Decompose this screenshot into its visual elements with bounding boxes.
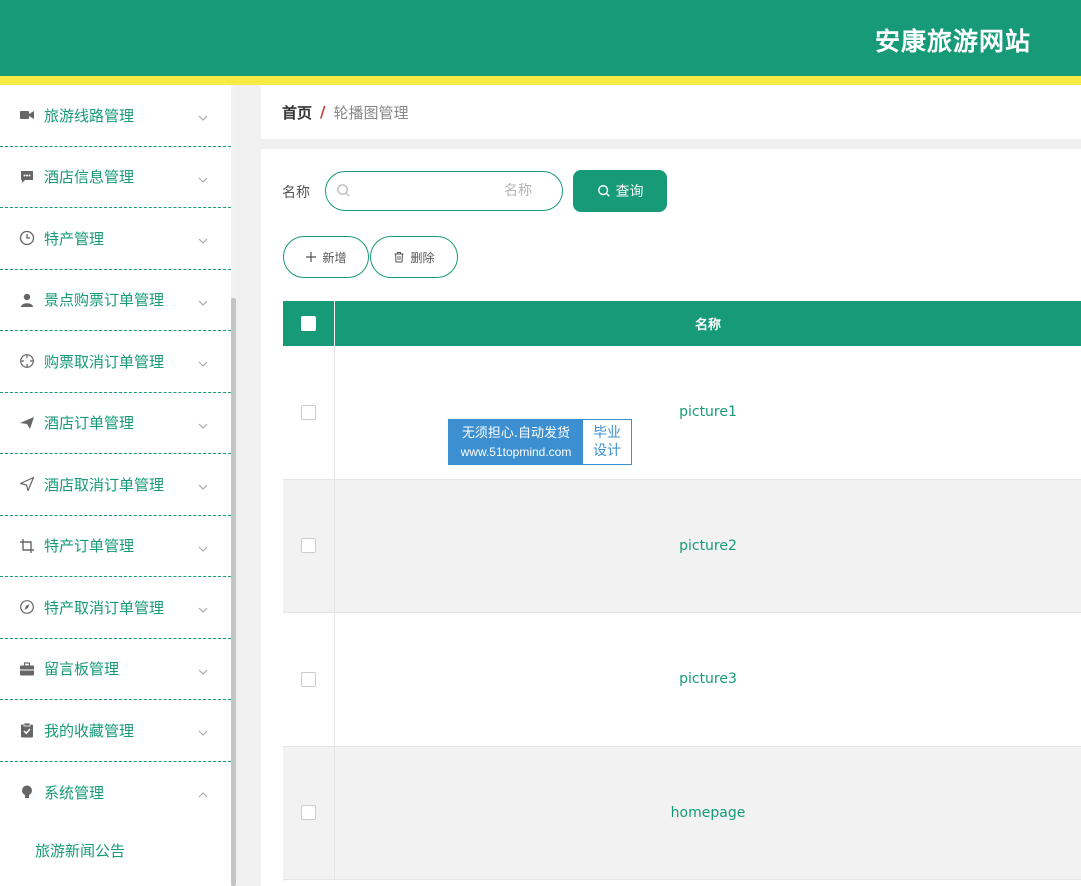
header-stripe xyxy=(0,76,1081,85)
table-body: picture1 picture2 picture3 homepage xyxy=(283,346,1081,880)
chevron-down-icon xyxy=(197,478,209,491)
sidebar-item-hotel-info[interactable]: 酒店信息管理 xyxy=(0,147,231,208)
chevron-down-icon xyxy=(197,171,209,183)
watermark-left: 无须担心.自动发货 www.51topmind.com xyxy=(449,420,583,464)
top-header: 安康旅游网站 xyxy=(0,0,1081,76)
breadcrumb-separator: / xyxy=(320,103,326,121)
sidebar-item-label: 酒店取消订单管理 xyxy=(44,475,165,494)
chevron-down-icon xyxy=(197,355,209,368)
breadcrumb-home[interactable]: 首页 xyxy=(282,102,312,123)
add-button-label: 新增 xyxy=(322,250,347,265)
breadcrumb-current: 轮播图管理 xyxy=(333,103,409,122)
table-row[interactable]: picture1 xyxy=(283,346,1081,480)
table-row[interactable]: picture3 xyxy=(283,613,1081,747)
chevron-down-icon xyxy=(197,232,209,245)
chevron-down-icon xyxy=(197,294,209,306)
layout-gap xyxy=(236,85,261,886)
sidebar: 旅游线路管理 酒店信息管理 特产管理 景点购票订单管理 购票取消订单管理 酒店订 xyxy=(0,85,231,886)
trash-icon xyxy=(394,252,404,263)
row-name-cell: picture1 xyxy=(679,404,737,421)
compass-icon xyxy=(18,598,36,616)
row-checkbox[interactable] xyxy=(301,538,316,554)
briefcase-icon xyxy=(18,660,36,678)
chevron-down-icon xyxy=(197,417,209,429)
search-button[interactable]: 查询 xyxy=(573,170,667,212)
table-row[interactable]: picture2 xyxy=(283,479,1081,613)
user-icon xyxy=(18,291,36,309)
sidebar-item-label: 景点购票订单管理 xyxy=(44,291,165,310)
sidebar-item-label: 酒店信息管理 xyxy=(44,168,135,187)
watermark-line2: www.51topmind.com xyxy=(460,444,572,459)
clock-icon xyxy=(18,229,36,247)
search-icon xyxy=(336,183,351,198)
sidebar-item-label: 我的收藏管理 xyxy=(44,721,135,740)
clipboard-check-icon xyxy=(18,721,36,739)
sidebar-item-label: 酒店订单管理 xyxy=(44,414,135,433)
sidebar-item-label: 旅游线路管理 xyxy=(44,106,135,125)
main-content: 名称 查询 新增 删除 名称 picture1 picture2 picture… xyxy=(261,149,1081,886)
delete-button-label: 删除 xyxy=(410,250,435,265)
sidebar-item-label: 特产订单管理 xyxy=(44,537,135,556)
search-button-label: 查询 xyxy=(615,184,644,200)
watermark-line1: 无须担心.自动发货 xyxy=(461,425,571,441)
sidebar-item-label: 特产取消订单管理 xyxy=(44,598,165,617)
row-checkbox[interactable] xyxy=(301,805,316,821)
watermark-right-line1: 毕业 xyxy=(593,425,621,441)
sidebar-item-tour-routes[interactable]: 旅游线路管理 xyxy=(0,85,231,147)
chevron-up-icon xyxy=(197,786,209,798)
sidebar-item-system[interactable]: 系统管理 xyxy=(0,762,231,824)
sidebar-item-hotel-cancel-orders[interactable]: 酒店取消订单管理 xyxy=(0,454,231,516)
sidebar-item-specialty[interactable]: 特产管理 xyxy=(0,208,231,270)
breadcrumb: 首页 / 轮播图管理 xyxy=(261,85,1081,139)
select-all-cell xyxy=(283,301,335,346)
sidebar-item-label: 留言板管理 xyxy=(44,660,120,679)
row-name-cell: homepage xyxy=(670,804,746,821)
row-check-cell xyxy=(283,746,335,879)
plus-icon xyxy=(306,252,317,262)
search-input[interactable] xyxy=(325,171,563,211)
chevron-down-icon xyxy=(197,109,209,122)
sidebar-subitem-news[interactable]: 旅游新闻公告 xyxy=(0,823,231,877)
sidebar-item-label: 系统管理 xyxy=(44,783,105,802)
send-icon xyxy=(18,475,36,493)
row-check-cell xyxy=(283,613,335,746)
comment-icon xyxy=(18,168,36,186)
sidebar-item-message-board[interactable]: 留言板管理 xyxy=(0,639,231,700)
row-checkbox[interactable] xyxy=(301,404,316,420)
column-header-name[interactable]: 名称 xyxy=(335,301,1081,346)
chevron-down-icon xyxy=(197,663,209,675)
paper-plane-icon xyxy=(18,414,36,432)
row-name-cell: picture3 xyxy=(679,671,737,688)
sidebar-item-hotel-orders[interactable]: 酒店订单管理 xyxy=(0,393,231,454)
search-icon xyxy=(597,185,610,197)
sidebar-item-favorites[interactable]: 我的收藏管理 xyxy=(0,700,231,762)
table-header: 名称 xyxy=(283,301,1081,346)
site-title: 安康旅游网站 xyxy=(874,27,1031,56)
lightbulb-icon xyxy=(18,783,36,801)
table-row[interactable]: homepage xyxy=(283,746,1081,880)
row-check-cell xyxy=(283,346,335,479)
sidebar-item-ticket-orders[interactable]: 景点购票订单管理 xyxy=(0,270,231,331)
crosshair-icon xyxy=(18,352,36,370)
row-check-cell xyxy=(283,479,335,612)
select-all-checkbox[interactable] xyxy=(301,316,316,331)
row-checkbox[interactable] xyxy=(301,671,316,687)
watermark-right-line2: 设计 xyxy=(593,443,621,459)
watermark-badge: 无须担心.自动发货 www.51topmind.com 毕业 设计 xyxy=(448,419,632,465)
delete-button[interactable]: 删除 xyxy=(370,236,458,278)
crop-icon xyxy=(18,537,36,555)
sidebar-item-specialty-orders[interactable]: 特产订单管理 xyxy=(0,516,231,577)
sidebar-item-label: 特产管理 xyxy=(44,229,105,248)
chevron-down-icon xyxy=(197,540,209,552)
chevron-down-icon xyxy=(197,601,209,614)
video-camera-icon xyxy=(18,106,36,124)
sidebar-item-specialty-cancel-orders[interactable]: 特产取消订单管理 xyxy=(0,577,231,639)
sidebar-item-ticket-cancel-orders[interactable]: 购票取消订单管理 xyxy=(0,331,231,393)
row-name-cell: picture2 xyxy=(679,537,737,554)
chevron-down-icon xyxy=(197,724,209,737)
sidebar-item-label: 购票取消订单管理 xyxy=(44,352,165,371)
search-label: 名称 xyxy=(282,185,310,201)
add-button[interactable]: 新增 xyxy=(283,236,369,278)
watermark-right: 毕业 设计 xyxy=(583,420,631,464)
